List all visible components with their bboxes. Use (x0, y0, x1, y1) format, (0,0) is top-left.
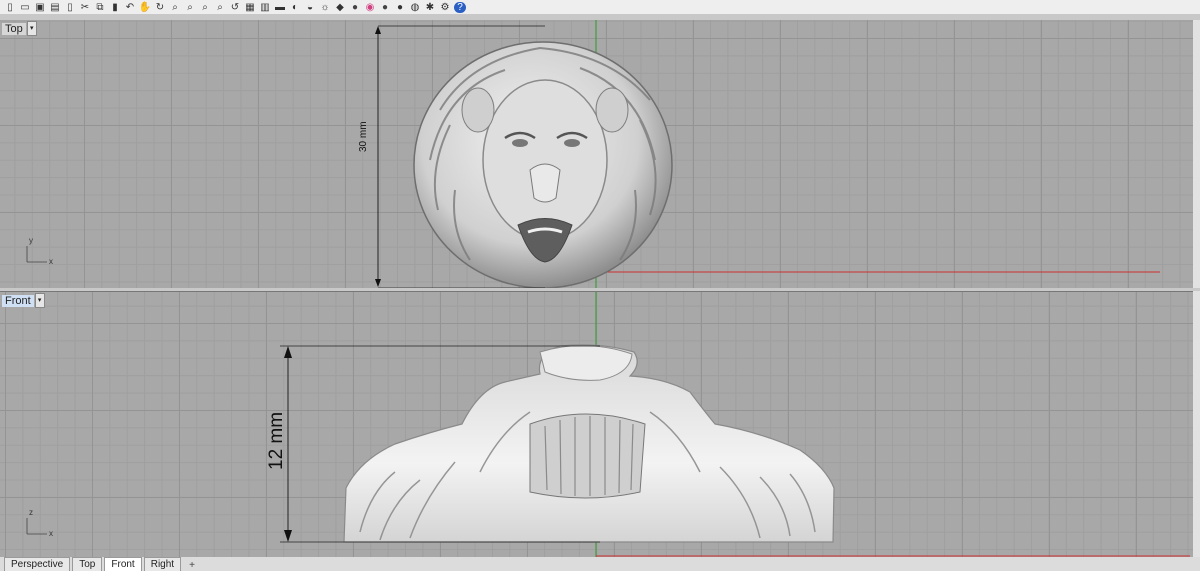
viewport-scroll-edge[interactable] (1193, 20, 1200, 288)
tab-front[interactable]: Front (104, 557, 142, 571)
paste-icon[interactable]: ▮ (109, 2, 121, 13)
light-icon[interactable]: ☼ (319, 2, 331, 13)
viewport-layout-icon[interactable]: ▥ (259, 2, 271, 13)
open-folder-icon[interactable]: ▭ (19, 2, 31, 13)
shade-icon[interactable]: ◐ (289, 2, 301, 13)
options-icon[interactable]: ⚙ (439, 2, 451, 13)
zoom-dynamic-icon[interactable]: ⌕ (184, 2, 196, 13)
dimension-label-30mm: 30 mm (358, 121, 369, 152)
top-viewport[interactable]: Top ▾ 30 mm y x (0, 20, 1193, 288)
axis-x-label: x (49, 257, 53, 266)
grid-icon[interactable]: ▦ (244, 2, 256, 13)
axis-x-label: x (49, 529, 53, 538)
print-icon[interactable]: ▤ (49, 2, 61, 13)
tab-perspective[interactable]: Perspective (4, 557, 71, 571)
zoom-extents-icon[interactable]: ⌕ (199, 2, 211, 13)
axis-y-label: y (29, 236, 33, 245)
import-icon[interactable]: ▯ (64, 2, 76, 13)
dimension-label-12mm: 12 mm (266, 411, 287, 470)
tab-top[interactable]: Top (72, 557, 103, 571)
zoom-window-icon[interactable]: ⌕ (169, 2, 181, 13)
front-view-canvas (26, 292, 1190, 558)
lion-relief-front (343, 344, 835, 543)
axis-z-label: z (29, 508, 33, 517)
front-viewport[interactable]: Front ▾ 12 mm z x (0, 291, 1193, 558)
render-icon[interactable]: ● (349, 2, 361, 13)
add-tab-icon[interactable]: + (183, 560, 201, 571)
color-wheel-icon[interactable]: ◉ (364, 2, 376, 13)
rotate-icon[interactable]: ↺ (229, 2, 241, 13)
material-sphere-icon[interactable]: ● (394, 2, 406, 13)
set-view-icon[interactable]: ▬ (274, 2, 286, 13)
viewport-tabs: Perspective Top Front Right + (0, 557, 1200, 571)
help-icon[interactable]: ? (454, 1, 466, 13)
settings-gear-icon[interactable]: ✱ (424, 2, 436, 13)
copy-icon[interactable]: ⧉ (94, 2, 106, 13)
save-icon[interactable]: ▣ (34, 2, 46, 13)
tab-right[interactable]: Right (143, 557, 182, 571)
pan-hand-icon[interactable]: ✋ (139, 2, 151, 13)
environment-icon[interactable]: ◍ (409, 2, 421, 13)
display-mode-icon[interactable]: ◒ (304, 2, 316, 13)
rotate-view-icon[interactable]: ↻ (154, 2, 166, 13)
viewport-scroll-edge[interactable] (1193, 291, 1200, 557)
mesh-icon[interactable]: ◆ (334, 2, 346, 13)
lion-medallion-top (413, 41, 673, 288)
sphere-icon[interactable]: ● (379, 2, 391, 13)
top-view-canvas (26, 20, 1160, 288)
cut-icon[interactable]: ✂ (79, 2, 91, 13)
zoom-selected-icon[interactable]: ⌕ (214, 2, 226, 13)
new-file-icon[interactable]: ▯ (4, 2, 16, 13)
undo-icon[interactable]: ↶ (124, 2, 136, 13)
main-toolbar: ▯ ▭ ▣ ▤ ▯ ✂ ⧉ ▮ ↶ ✋ ↻ ⌕ ⌕ ⌕ ⌕ ↺ ▦ ▥ ▬ ◐ ◒ ☼ ◆ ● ◉ ● ● ◍ ✱ ⚙? (0, 0, 1200, 14)
